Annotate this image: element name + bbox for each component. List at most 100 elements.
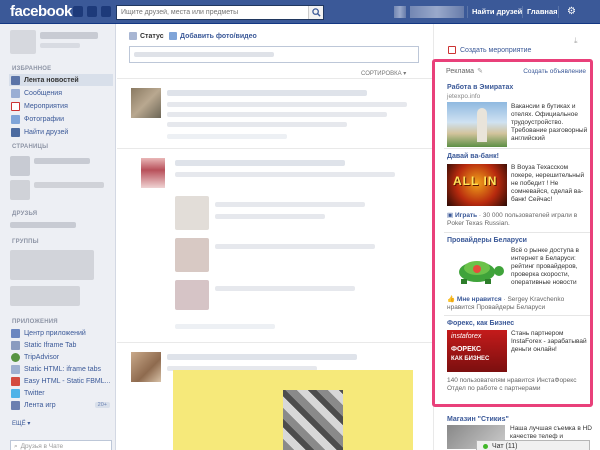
like-link[interactable]: Мне нравится [457,296,502,303]
sidebar-item-messages[interactable]: Сообщения [9,87,113,99]
chat-bar[interactable]: Чат (11) [476,440,590,450]
chat-search-placeholder: Друзья в Чате [20,443,64,450]
ad-title[interactable]: Провайдеры Беларуси [447,237,527,244]
sidebar-item-photos[interactable]: Фотографии [9,113,113,125]
page-avatar[interactable] [10,156,30,176]
sidebar-item-twitter[interactable]: Twitter [9,387,113,399]
more-link[interactable]: ЕЩЁ ▾ [12,420,30,427]
static-iframe-icon [11,340,20,350]
sidebar-item-label: Easy HTML - Static FBML... [24,377,111,385]
friends-list-link[interactable] [10,222,76,228]
post-text [175,160,345,166]
sponsored-title[interactable]: Магазин "Стикиs" [447,416,509,423]
news-feed-icon [11,75,20,85]
home-link[interactable]: Главная [527,7,558,16]
notifications-icon[interactable] [101,6,111,17]
tripadvisor-icon [11,352,20,362]
ad-title[interactable]: Форекс, как Бизнес [447,320,514,327]
settings-gear-icon[interactable]: ⚙ [567,6,576,17]
ad-image[interactable]: instaforex ФОРЕКС КАК БИЗНЕС [447,330,507,372]
sidebar-item-label: Static HTML: iframe tabs [24,365,102,373]
sidebar-item-label: Лента игр [24,401,56,409]
create-event-link[interactable]: Создать мероприятие [448,46,531,54]
twitter-icon [11,388,20,398]
top-bar: facebook Найти друзей Главная ⚙ [0,0,600,24]
ad-image[interactable] [447,247,507,291]
play-link[interactable]: Играть [455,212,477,219]
feed-divider [117,148,433,149]
facebook-logo[interactable]: facebook [10,3,72,20]
download-icon[interactable]: ⤓ [574,36,578,46]
profile-name-link[interactable] [410,6,464,18]
chat-search-input[interactable]: ⌕ Друзья в Чате [10,440,112,450]
sort-menu[interactable]: СОРТИРОВКА ▾ [361,70,406,77]
sidebar-item-label: Сообщения [24,89,62,97]
nav-divider [467,6,468,18]
ad-image[interactable] [447,102,507,147]
sidebar-item-static-html[interactable]: Static HTML: iframe tabs [9,363,113,375]
sidebar-item-label: Найти друзей [24,128,69,136]
profile-avatar[interactable] [394,6,406,18]
status-composer-input[interactable] [129,46,419,63]
search-button[interactable] [308,6,323,19]
sidebar-item-static-iframe[interactable]: Static Iframe Tab [9,339,113,351]
app-center-icon [11,328,20,338]
ad-social-context: ▣ Играть · 30 000 пользователей играли в… [447,212,589,228]
sidebar-item-news-feed[interactable]: Лента новостей [9,74,113,86]
avatar[interactable] [141,158,165,188]
create-event-label: Создать мероприятие [460,46,532,54]
game-icon: ▣ [447,212,454,219]
post-image[interactable] [175,196,209,230]
profile-picture[interactable] [10,30,36,54]
sidebar-item-label: Фотографии [24,115,65,123]
post-image[interactable] [175,280,209,310]
pages-header: СТРАНИЦЫ [12,144,49,150]
create-ad-link[interactable]: Создать объявление [523,68,586,75]
sidebar-item-tripadvisor[interactable]: TripAdvisor [9,351,113,363]
post-image-detail [283,390,343,450]
page-link[interactable] [34,158,90,164]
post-text [167,122,347,127]
groups-list[interactable] [10,250,94,280]
find-friends-link[interactable]: Найти друзей [472,7,522,16]
more-label: ЕЩЁ [12,421,26,427]
ad-image[interactable]: ALL IN [447,164,507,206]
search-icon [312,8,321,17]
profile-name[interactable] [40,32,98,39]
sidebar-item-events[interactable]: Мероприятия [9,100,113,112]
sidebar-item-app-center[interactable]: Центр приложений [9,327,113,339]
friend-requests-icon[interactable] [73,6,83,17]
easy-html-icon [11,376,20,386]
tab-add-photo[interactable]: Добавить фото/видео [169,32,257,40]
search-input[interactable] [117,6,305,19]
ad-domain[interactable]: jetexpo.info [447,93,480,100]
ads-label: Реклама [446,67,475,75]
avatar[interactable] [131,352,161,382]
edit-profile-link[interactable] [40,43,80,48]
post-actions[interactable] [167,134,287,139]
search-box[interactable] [116,5,324,20]
sidebar-item-easy-html[interactable]: Easy HTML - Static FBML... [9,375,113,387]
post-actions[interactable] [175,324,275,329]
groups-list[interactable] [10,286,80,306]
post-text [215,202,365,207]
messages-jewel-icon[interactable] [87,6,97,17]
messages-icon [11,88,20,98]
sidebar-item-find-friends[interactable]: Найти друзей [9,126,113,138]
sidebar-item-label: Лента новостей [24,76,79,84]
sidebar-item-games-feed[interactable]: Лента игр 20+ [9,399,113,411]
feed-divider [117,78,433,79]
post-text [167,102,407,107]
online-status-icon [483,443,488,449]
ad-title[interactable]: Давай ва-банк! [447,153,499,160]
page-link[interactable] [34,182,104,188]
post-text [167,90,367,96]
post-image[interactable] [175,238,209,272]
left-sidebar: ИЗБРАННОЕ Лента новостей Сообщения Мероп… [0,24,116,450]
avatar[interactable] [131,88,161,118]
tab-status[interactable]: Статус [129,32,164,40]
forex-text: ФОРЕКС [451,346,481,353]
post-image[interactable] [173,370,413,450]
ad-title[interactable]: Работа в Эмиратах [447,84,513,91]
page-avatar[interactable] [10,180,30,200]
